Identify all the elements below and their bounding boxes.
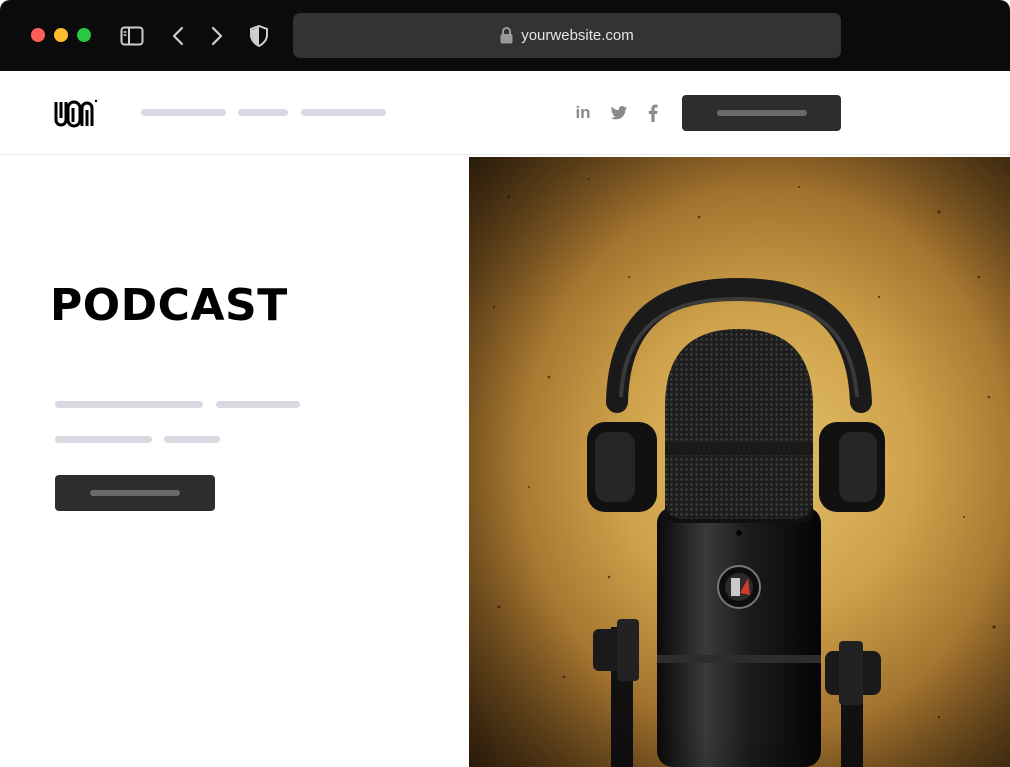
browser-chrome: yourwebsite.com [0,0,1010,71]
maximize-window-button[interactable] [77,28,91,42]
back-icon[interactable] [166,24,190,48]
hero-title: PODCAST [50,280,288,331]
site-header: in [0,71,1010,155]
text-placeholder [55,436,152,443]
header-cta-button[interactable] [682,95,841,131]
close-window-button[interactable] [31,28,45,42]
podcast-microphone-image [469,157,1010,767]
minimize-window-button[interactable] [54,28,68,42]
nav-link-placeholder[interactable] [301,109,386,116]
twitter-icon[interactable] [609,102,629,124]
button-label-placeholder [90,490,180,496]
hero-cta-button[interactable] [55,475,215,511]
shield-icon[interactable] [247,24,271,48]
linkedin-icon[interactable]: in [573,102,593,124]
nav-link-placeholder[interactable] [238,109,288,116]
nav-link-placeholder[interactable] [141,109,226,116]
text-placeholder [216,401,300,408]
facebook-icon[interactable] [643,102,663,124]
lock-icon [500,27,513,44]
forward-icon[interactable] [205,24,229,48]
address-bar[interactable]: yourwebsite.com [293,13,841,58]
button-label-placeholder [716,110,807,116]
text-placeholder [164,436,220,443]
sidebar-icon[interactable] [120,24,144,48]
logo[interactable] [54,98,98,130]
url-text: yourwebsite.com [521,27,634,44]
text-placeholder [55,401,203,408]
